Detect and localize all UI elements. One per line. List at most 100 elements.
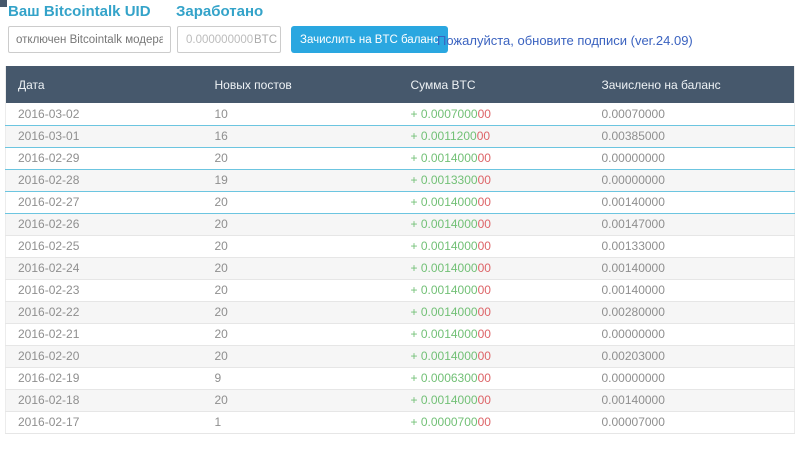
btc-currency-suffix: BTC [254,34,277,46]
sum-btc-value: + 0.0007000 [411,107,478,121]
column-header-date: Дата [6,66,203,103]
sum-btc-cell: + 0.001400000 [399,213,590,235]
sum-btc-cell: + 0.001400000 [399,345,590,367]
table-header-row: Дата Новых постов Сумма BTC Зачислено на… [6,66,795,103]
date-cell: 2016-02-25 [6,235,203,257]
sum-btc-value: + 0.0014000 [411,239,478,253]
sum-btc-value: + 0.0014000 [411,327,478,341]
date-cell: 2016-02-22 [6,301,203,323]
table-row: 2016-02-2920+ 0.0014000000.00000000 [6,147,795,169]
sum-btc-value: + 0.0014000 [411,195,478,209]
sum-btc-cell: + 0.001400000 [399,279,590,301]
sum-btc-cell: + 0.001400000 [399,389,590,411]
date-cell: 2016-02-18 [6,389,203,411]
sum-btc-cell: + 0.001400000 [399,191,590,213]
table-row: 2016-02-2620+ 0.0014000000.00147000 [6,213,795,235]
date-cell: 2016-02-17 [6,411,203,433]
sum-btc-value: + 0.0000700 [411,415,478,429]
table-row: 2016-02-2120+ 0.0014000000.00000000 [6,323,795,345]
sum-btc-tail: 00 [478,239,491,253]
table-header: Дата Новых постов Сумма BTC Зачислено на… [6,66,795,103]
credited-cell: 0.00203000 [590,345,795,367]
sum-btc-value: + 0.0013300 [411,173,478,187]
sum-btc-tail: 00 [478,349,491,363]
credited-cell: 0.00280000 [590,301,795,323]
sum-btc-cell: + 0.001400000 [399,301,590,323]
sum-btc-tail: 00 [477,129,490,143]
credited-cell: 0.00140000 [590,279,795,301]
sum-btc-value: + 0.0014000 [411,217,478,231]
sum-btc-value: + 0.0014000 [411,305,478,319]
date-cell: 2016-02-19 [6,367,203,389]
credited-cell: 0.00140000 [590,389,795,411]
table-row: 2016-02-2819+ 0.0013300000.00000000 [6,169,795,191]
table-row: 2016-02-2220+ 0.0014000000.00280000 [6,301,795,323]
sum-btc-tail: 00 [478,371,491,385]
sum-btc-tail: 00 [478,327,491,341]
sum-btc-cell: + 0.001400000 [399,323,590,345]
table-row: 2016-02-2020+ 0.0014000000.00203000 [6,345,795,367]
new-posts-cell: 20 [203,389,399,411]
sum-btc-tail: 00 [478,261,491,275]
new-posts-cell: 20 [203,235,399,257]
new-posts-cell: 9 [203,367,399,389]
uid-field-wrap [8,26,171,53]
sum-btc-tail: 00 [478,415,491,429]
sum-btc-cell: + 0.000070000 [399,411,590,433]
sum-btc-value: + 0.0014000 [411,393,478,407]
credit-to-btc-balance-button[interactable]: Зачислить на BTC баланс [291,26,448,53]
date-cell: 2016-02-26 [6,213,203,235]
table-row: 2016-02-199+ 0.0006300000.00000000 [6,367,795,389]
credited-cell: 0.00140000 [590,191,795,213]
new-posts-cell: 16 [203,125,399,147]
sum-btc-cell: + 0.000630000 [399,367,590,389]
new-posts-cell: 20 [203,301,399,323]
sum-btc-cell: + 0.001400000 [399,235,590,257]
new-posts-cell: 19 [203,169,399,191]
new-posts-cell: 20 [203,191,399,213]
table-row: 2016-02-171+ 0.0000700000.00007000 [6,411,795,433]
table-row: 2016-02-2320+ 0.0014000000.00140000 [6,279,795,301]
sum-btc-cell: + 0.001400000 [399,147,590,169]
credited-cell: 0.00000000 [590,367,795,389]
earned-amount-field[interactable]: BTC [177,26,281,53]
table-row: 2016-02-2720+ 0.0014000000.00140000 [6,191,795,213]
sum-btc-value: + 0.0014000 [411,283,478,297]
sum-btc-value: + 0.0011200 [411,129,477,143]
date-cell: 2016-02-21 [6,323,203,345]
credited-cell: 0.00147000 [590,213,795,235]
sum-btc-value: + 0.0014000 [411,151,478,165]
date-cell: 2016-02-28 [6,169,203,191]
table-row: 2016-02-1820+ 0.0014000000.00140000 [6,389,795,411]
sum-btc-cell: + 0.001400000 [399,257,590,279]
earnings-history-table: Дата Новых постов Сумма BTC Зачислено на… [5,66,795,434]
next-section-fragment [0,0,7,7]
credited-cell: 0.00000000 [590,169,795,191]
sum-btc-tail: 00 [478,305,491,319]
sum-btc-tail: 00 [478,283,491,297]
new-posts-cell: 20 [203,213,399,235]
new-posts-cell: 10 [203,103,399,125]
table-row: 2016-03-0116+ 0.0011200000.00385000 [6,125,795,147]
table-row: 2016-02-2420+ 0.0014000000.00140000 [6,257,795,279]
column-header-new-posts: Новых постов [203,66,399,103]
earned-amount-input[interactable] [186,34,254,46]
date-cell: 2016-02-20 [6,345,203,367]
uid-heading: Ваш Bitcointalk UID [8,3,151,20]
date-cell: 2016-02-27 [6,191,203,213]
date-cell: 2016-03-01 [6,125,203,147]
date-cell: 2016-02-24 [6,257,203,279]
credited-cell: 0.00070000 [590,103,795,125]
sum-btc-value: + 0.0006300 [411,371,478,385]
new-posts-cell: 1 [203,411,399,433]
sum-btc-tail: 00 [478,217,491,231]
column-header-sum-btc: Сумма BTC [399,66,590,103]
sum-btc-tail: 00 [478,393,491,407]
date-cell: 2016-03-02 [6,103,203,125]
uid-input[interactable] [16,34,163,46]
credited-cell: 0.00140000 [590,257,795,279]
credited-cell: 0.00133000 [590,235,795,257]
sum-btc-tail: 00 [478,151,491,165]
update-signatures-notice-link[interactable]: Пожалуйста, обновите подписи (ver.24.09) [437,33,693,48]
table-row: 2016-02-2520+ 0.0014000000.00133000 [6,235,795,257]
